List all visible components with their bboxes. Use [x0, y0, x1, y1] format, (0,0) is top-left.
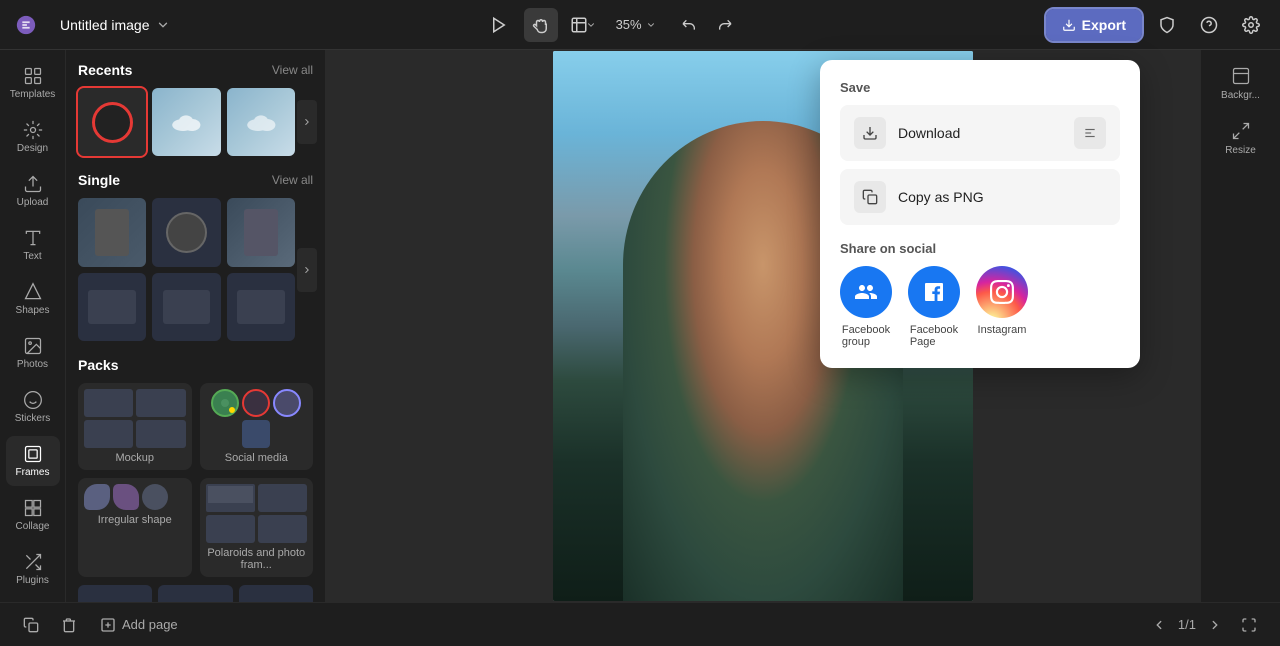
copy-as-png-label: Copy as PNG — [898, 189, 984, 205]
save-section-title: Save — [840, 80, 1120, 95]
download-label: Download — [898, 125, 960, 141]
fb-group-icon — [840, 266, 892, 318]
share-fb-page[interactable]: Facebook Page — [908, 266, 960, 348]
download-icon — [854, 117, 886, 149]
share-instagram[interactable]: Instagram — [976, 266, 1028, 348]
copy-icon — [854, 181, 886, 213]
fb-page-icon — [908, 266, 960, 318]
fb-group-label: Facebook group — [842, 324, 890, 348]
download-settings-icon[interactable] — [1074, 117, 1106, 149]
download-button[interactable]: Download — [840, 105, 1120, 161]
instagram-icon — [976, 266, 1028, 318]
copy-as-png-button[interactable]: Copy as PNG — [840, 169, 1120, 225]
share-fb-group[interactable]: Facebook group — [840, 266, 892, 348]
share-section-title: Share on social — [840, 241, 1120, 256]
export-dropdown: Save Download Copy as PNG Share on socia… — [820, 60, 1140, 368]
share-on-social: Share on social Facebook group — [840, 241, 1120, 348]
fb-page-label: Facebook Page — [910, 324, 958, 348]
instagram-label: Instagram — [978, 324, 1027, 336]
social-icons-row: Facebook group Facebook Page — [840, 266, 1120, 348]
